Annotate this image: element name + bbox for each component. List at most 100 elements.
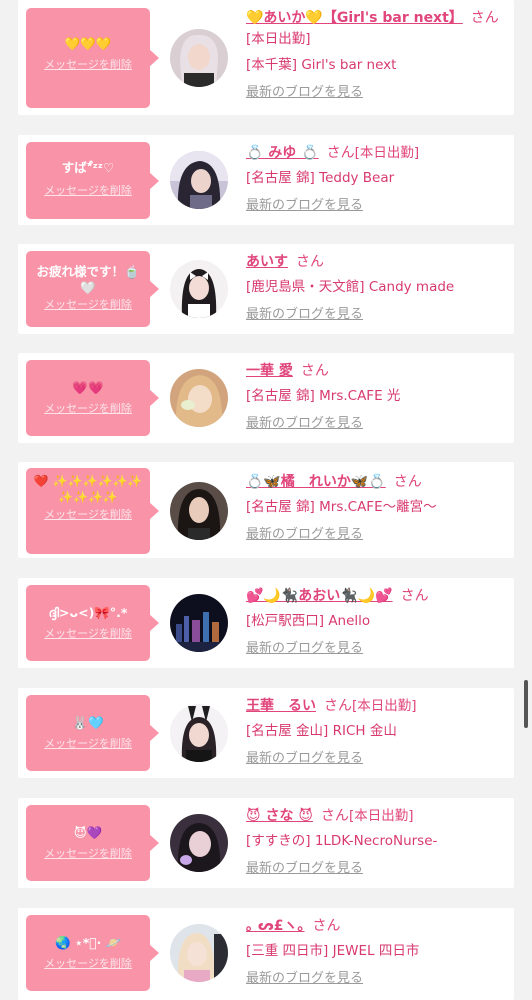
delete-message-link[interactable]: メッセージを削除 — [26, 508, 150, 522]
shop-label: [三重 四日市] JEWEL 四日市 — [246, 943, 420, 959]
cast-name-link[interactable]: 💕🌙🐈‍⬛あおい🐈‍⬛🌙💕 — [246, 588, 393, 604]
shop-label: [名古屋 錦] Mrs.CAFE～離宮～ — [246, 499, 437, 515]
message-text: 💗💗 — [72, 380, 104, 395]
delete-message-link[interactable]: メッセージを削除 — [26, 184, 150, 198]
work-status: [本日出勤] — [348, 808, 414, 824]
delete-message-link[interactable]: メッセージを削除 — [26, 298, 150, 312]
avatar[interactable] — [170, 369, 228, 427]
list-item: すば*゚ᶻᶻ♡ メッセージを削除 💍 みゆ 💍 さん[本日出勤] [名古屋 錦] … — [18, 135, 514, 225]
latest-blog-link[interactable]: 最新のブログを見る — [246, 526, 363, 544]
list-item: お疲れ様です！🍵🤍 メッセージを削除 あいす さん [鹿児島県・天文館] Cand… — [18, 244, 514, 334]
delete-message-link[interactable]: メッセージを削除 — [26, 737, 150, 751]
list-item: ദ്ദി>ᴗ<)🎀°.* メッセージを削除 💕🌙🐈‍⬛あおい🐈‍⬛🌙💕 さん [松… — [18, 578, 514, 668]
message-bubble: 🐰🩵 メッセージを削除 — [26, 695, 159, 771]
list-item: 🐰🩵 メッセージを削除 王華 るい さん[本日出勤] [名古屋 金山] RICH … — [18, 688, 514, 778]
latest-blog-link[interactable]: 最新のブログを見る — [246, 860, 363, 878]
avatar-photo-night-city-icon — [170, 594, 228, 652]
cast-name-link[interactable]: ｡ ᔕ£ヽ｡ — [246, 918, 305, 934]
honorific: さん — [400, 588, 429, 604]
honorific: さん — [300, 363, 329, 379]
cast-info: 💛あいか💛【Girl's bar next】 さん [本日出勤] [本千葉] Gi… — [246, 8, 508, 102]
cast-info: 😈 さな 😈 さん[本日出勤] [すすきの] 1LDK-NecroNurse- 最… — [246, 806, 508, 878]
delete-message-link[interactable]: メッセージを削除 — [26, 847, 150, 861]
shop-label: [名古屋 錦] Teddy Bear — [246, 170, 395, 186]
avatar-photo-blonde-girl-icon — [170, 29, 228, 87]
latest-blog-link[interactable]: 最新のブログを見る — [246, 750, 363, 768]
shop-label: [松戸駅西口] Anello — [246, 613, 371, 629]
shop-label: [鹿児島県・天文館] Candy made — [246, 279, 455, 295]
shop-label: [すすきの] 1LDK-NecroNurse- — [246, 833, 438, 849]
avatar[interactable] — [170, 814, 228, 872]
delete-message-link[interactable]: メッセージを削除 — [26, 627, 150, 641]
avatar-photo-girl-bow-icon — [170, 260, 228, 318]
cast-name-link[interactable]: 😈 さな 😈 — [246, 808, 313, 824]
honorific: さん — [393, 474, 422, 490]
avatar[interactable] — [170, 704, 228, 762]
cast-name-link[interactable]: あいす — [246, 254, 288, 270]
list-item: ❤️ ✨✨✨✨✨✨ ✨✨✨✨ メッセージを削除 💍🦋橘 れいか🦋💍 さん [名古屋… — [18, 462, 514, 558]
message-text: お疲れ様です！🍵🤍 — [36, 264, 140, 295]
latest-blog-link[interactable]: 最新のブログを見る — [246, 415, 363, 433]
latest-blog-link[interactable]: 最新のブログを見る — [246, 84, 363, 102]
shop-label: [名古屋 金山] RICH 金山 — [246, 723, 397, 739]
avatar[interactable] — [170, 924, 228, 982]
avatar-photo-bunny-girl-icon — [170, 704, 228, 762]
shop-label: [本千葉] Girl's bar next — [246, 57, 397, 73]
message-text: 🌏 ⋆*ﾟ‧ 🪐 — [54, 935, 122, 950]
delete-message-link[interactable]: メッセージを削除 — [26, 58, 150, 72]
latest-blog-link[interactable]: 最新のブログを見る — [246, 970, 363, 988]
cast-info: 💍 みゆ 💍 さん[本日出勤] [名古屋 錦] Teddy Bear 最新のブログ… — [246, 143, 508, 215]
message-text: 😈💜 — [73, 825, 103, 840]
cast-info: あいす さん [鹿児島県・天文館] Candy made 最新のブログを見る — [246, 252, 508, 324]
avatar-photo-jewel-girl-icon — [170, 924, 228, 982]
work-status: [本日出勤] — [354, 145, 420, 161]
shop-label: [名古屋 錦] Mrs.CAFE 光 — [246, 388, 401, 404]
cast-info: 一華 愛さん [名古屋 錦] Mrs.CAFE 光 最新のブログを見る — [246, 361, 508, 433]
message-bubble: お疲れ様です！🍵🤍 メッセージを削除 — [26, 251, 159, 327]
latest-blog-link[interactable]: 最新のブログを見る — [246, 197, 363, 215]
avatar[interactable] — [170, 482, 228, 540]
avatar-photo-blonde-hand-icon — [170, 369, 228, 427]
honorific: さん — [470, 10, 499, 26]
cast-info: 王華 るい さん[本日出勤] [名古屋 金山] RICH 金山 最新のブログを見る — [246, 696, 508, 768]
cast-name-link[interactable]: 王華 るい — [246, 698, 316, 714]
message-bubble: 🌏 ⋆*ﾟ‧ 🪐 メッセージを削除 — [26, 915, 159, 991]
cast-info: 💍🦋橘 れいか🦋💍 さん [名古屋 錦] Mrs.CAFE～離宮～ 最新のブログを… — [246, 472, 508, 544]
avatar[interactable] — [170, 29, 228, 87]
message-bubble: 💗💗 メッセージを削除 — [26, 360, 159, 436]
cast-name-link[interactable]: 💍🦋橘 れいか🦋💍 — [246, 474, 386, 490]
avatar[interactable] — [170, 260, 228, 318]
work-status: [本日出勤] — [352, 698, 417, 714]
message-bubble: 😈💜 メッセージを削除 — [26, 805, 159, 881]
scrollbar[interactable] — [524, 680, 528, 728]
message-text: すば*゚ᶻᶻ♡ — [61, 160, 115, 175]
honorific: さん — [296, 254, 324, 270]
list-item: 🌏 ⋆*ﾟ‧ 🪐 メッセージを削除 ｡ ᔕ£ヽ｡ さん [三重 四日市] JEWE… — [18, 908, 514, 1000]
cast-name-link[interactable]: 一華 愛 — [246, 363, 293, 379]
delete-message-link[interactable]: メッセージを削除 — [26, 402, 150, 416]
honorific: さん — [312, 918, 341, 934]
message-text: ❤️ ✨✨✨✨✨✨ ✨✨✨✨ — [33, 474, 143, 504]
cast-info: ｡ ᔕ£ヽ｡ さん [三重 四日市] JEWEL 四日市 最新のブログを見る — [246, 916, 508, 988]
message-text: ദ്ദി>ᴗ<)🎀°.* — [48, 605, 128, 620]
honorific: さん — [320, 808, 349, 824]
avatar[interactable] — [170, 594, 228, 652]
honorific: さん — [326, 145, 355, 161]
message-bubble: 💛💛💛 メッセージを削除 — [26, 8, 159, 108]
cast-name-link[interactable]: 💍 みゆ 💍 — [246, 145, 319, 161]
message-bubble: ദ്ദി>ᴗ<)🎀°.* メッセージを削除 — [26, 585, 159, 661]
message-text: 💛💛💛 — [64, 36, 112, 51]
avatar-photo-purple-light-icon — [170, 814, 228, 872]
work-status: [本日出勤] — [246, 31, 311, 47]
cast-name-link[interactable]: 💛あいか💛【Girl's bar next】 — [246, 10, 463, 26]
list-item: 😈💜 メッセージを削除 😈 さな 😈 さん[本日出勤] [すすきの] 1LDK-N… — [18, 798, 514, 888]
avatar-photo-dark-hair-icon — [170, 151, 228, 209]
delete-message-link[interactable]: メッセージを削除 — [26, 957, 150, 971]
honorific: さん — [324, 698, 352, 714]
latest-blog-link[interactable]: 最新のブログを見る — [246, 640, 363, 658]
latest-blog-link[interactable]: 最新のブログを見る — [246, 306, 363, 324]
message-bubble: ❤️ ✨✨✨✨✨✨ ✨✨✨✨ メッセージを削除 — [26, 468, 159, 554]
cast-info: 💕🌙🐈‍⬛あおい🐈‍⬛🌙💕 さん [松戸駅西口] Anello 最新のブログを見る — [246, 586, 508, 658]
message-text: 🐰🩵 — [72, 715, 104, 730]
avatar[interactable] — [170, 151, 228, 209]
